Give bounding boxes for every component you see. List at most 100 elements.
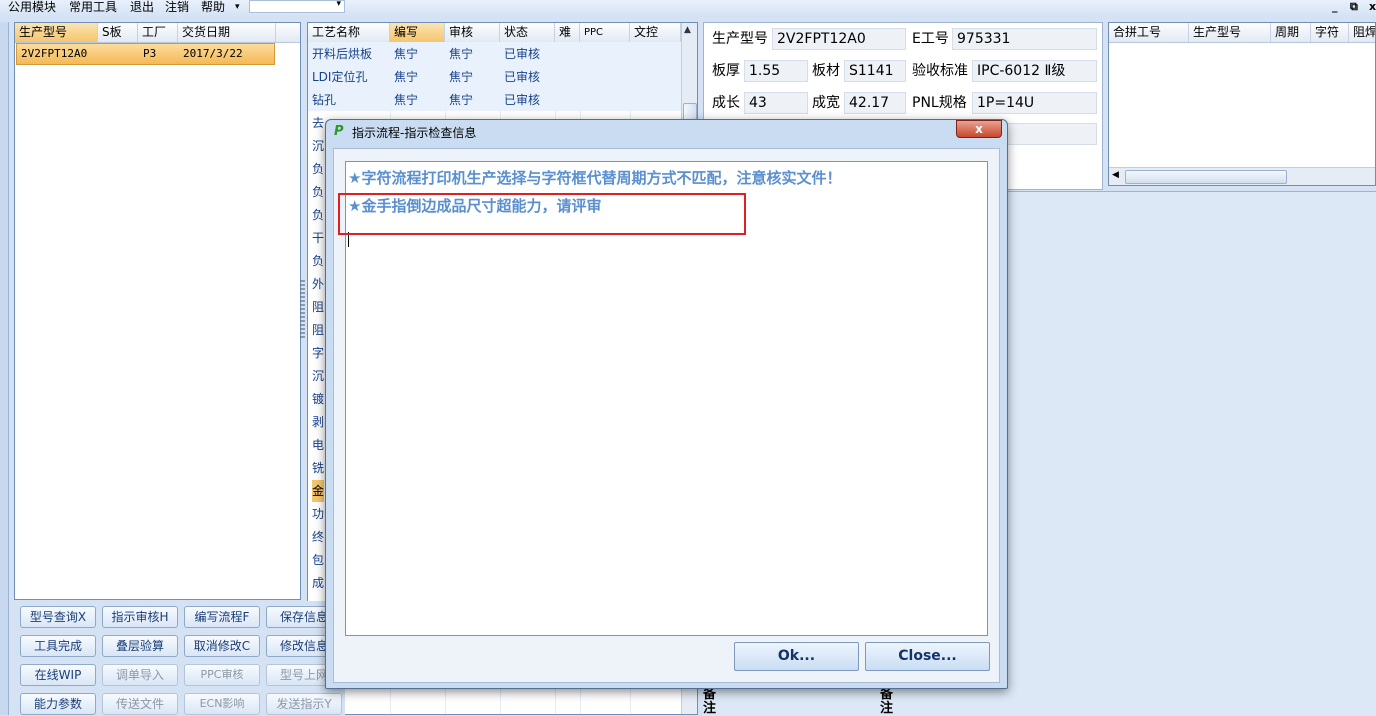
send-instruction-button[interactable]: 发送指示Y xyxy=(266,693,342,715)
cell-process-name: 开料后烘板 xyxy=(312,47,373,61)
note-label-left: 备注 xyxy=(703,687,717,716)
table-row[interactable]: LDI定位孔 焦宁 焦宁 已审核 xyxy=(308,66,681,88)
menu-combo-box[interactable]: ▾ xyxy=(249,0,345,13)
cell-writer: 焦宁 xyxy=(394,70,419,84)
pnl-field[interactable]: 1P=14U xyxy=(972,92,1097,114)
model-field[interactable]: 2V2FPT12A0 xyxy=(772,28,906,50)
process-name-cell[interactable]: 干 xyxy=(312,227,324,249)
process-name-cell[interactable]: 镀 xyxy=(312,388,324,410)
model-query-button[interactable]: 型号查询X xyxy=(20,606,96,628)
process-name-cell[interactable]: 去 xyxy=(312,112,324,134)
write-process-button[interactable]: 编写流程F xyxy=(184,606,260,628)
process-name-cell[interactable]: 金 xyxy=(312,480,325,502)
col-ppc[interactable]: PPC xyxy=(580,23,630,42)
scroll-up-icon[interactable]: ▲ xyxy=(684,25,691,35)
chevron-down-icon[interactable]: ▾ xyxy=(235,0,240,14)
process-name-cell[interactable]: 包 xyxy=(312,549,324,571)
process-name-cell[interactable]: 负 xyxy=(312,158,324,180)
col-model[interactable]: 生产型号 xyxy=(15,23,98,42)
menu-exit[interactable]: 退出 xyxy=(130,0,154,14)
online-wip-button[interactable]: 在线WIP xyxy=(20,664,96,686)
process-name-cell[interactable]: 沉 xyxy=(312,365,324,387)
process-name-cell[interactable]: 负 xyxy=(312,250,324,272)
process-name-cell[interactable]: 沉 xyxy=(312,135,324,157)
process-grid-header: 工艺名称 编写 审核 状态 难 PPC 文控 xyxy=(308,23,681,43)
dialog-close-button[interactable]: x xyxy=(956,120,1002,138)
col-delivery-date[interactable]: 交货日期 xyxy=(178,23,276,42)
cancel-edit-button[interactable]: 取消修改C xyxy=(184,635,260,657)
close-button[interactable]: Close... xyxy=(865,642,990,671)
menu-public-module[interactable]: 公用模块 xyxy=(8,0,56,14)
dialog-titlebar[interactable]: P 指示流程-指示检查信息 x xyxy=(326,120,1007,146)
left-collapse-strip[interactable] xyxy=(0,22,9,715)
length-field[interactable]: 43 xyxy=(744,92,808,114)
cell-status: 已审核 xyxy=(504,70,541,84)
col-factory[interactable]: 工厂 xyxy=(138,23,178,42)
e-number-field[interactable]: 975331 xyxy=(952,28,1097,50)
process-name-cell[interactable]: 负 xyxy=(312,181,324,203)
process-name-cell[interactable]: 成 xyxy=(312,572,324,594)
col-merge-no[interactable]: 合拼工号 xyxy=(1109,23,1189,42)
ok-button[interactable]: Ok... xyxy=(734,642,859,671)
ecn-impact-button[interactable]: ECN影响 xyxy=(184,693,260,715)
process-name-cell[interactable]: 剥 xyxy=(312,411,324,433)
import-order-button[interactable]: 调单导入 xyxy=(102,664,178,686)
process-name-cell[interactable]: 功 xyxy=(312,503,324,525)
merge-grid-header: 合拼工号 生产型号 周期 字符 阻焊 xyxy=(1109,23,1375,43)
close-icon[interactable]: x xyxy=(1369,0,1376,14)
menu-common-tools[interactable]: 常用工具 xyxy=(69,0,117,14)
cell-s-board xyxy=(99,43,103,65)
dialog-title: 指示流程-指示检查信息 xyxy=(352,126,477,140)
ppc-review-button[interactable]: PPC审核 xyxy=(184,664,260,686)
scroll-thumb[interactable] xyxy=(1125,170,1287,184)
process-name-cell[interactable]: 阻 xyxy=(312,296,324,318)
col-merge-model[interactable]: 生产型号 xyxy=(1189,23,1271,42)
col-difficulty[interactable]: 难 xyxy=(555,23,580,42)
col-writer[interactable]: 编写 xyxy=(390,23,445,42)
col-cycle[interactable]: 周期 xyxy=(1271,23,1311,42)
scroll-left-icon[interactable]: ◀ xyxy=(1112,170,1119,180)
thickness-field[interactable]: 1.55 xyxy=(744,60,808,82)
standard-field[interactable]: IPC-6012 Ⅱ级 xyxy=(972,60,1097,82)
cell-reviewer: 焦宁 xyxy=(449,70,474,84)
table-row[interactable]: 开料后烘板 焦宁 焦宁 已审核 xyxy=(308,43,681,65)
process-name-cell[interactable]: 外 xyxy=(312,273,324,295)
col-process-name[interactable]: 工艺名称 xyxy=(308,23,390,42)
cell-process-name: LDI定位孔 xyxy=(312,70,368,84)
width-label: 成宽 xyxy=(812,95,840,111)
table-row[interactable]: 钻孔 焦宁 焦宁 已审核 xyxy=(308,89,681,111)
merge-hscrollbar[interactable]: ◀ xyxy=(1109,167,1375,185)
minimize-icon[interactable]: _ xyxy=(1332,0,1338,14)
col-reviewer[interactable]: 审核 xyxy=(445,23,500,42)
model-grid-header: 生产型号 S板 工厂 交货日期 xyxy=(15,23,300,43)
chevron-down-icon[interactable]: ▾ xyxy=(336,0,341,9)
material-field[interactable]: S1141 xyxy=(844,60,906,82)
menu-logout[interactable]: 注销 xyxy=(165,0,189,14)
process-name-cell[interactable]: 负 xyxy=(312,204,324,226)
send-file-button[interactable]: 传送文件 xyxy=(102,693,178,715)
col-status[interactable]: 状态 xyxy=(500,23,555,42)
tool-complete-button[interactable]: 工具完成 xyxy=(20,635,96,657)
col-doc-control[interactable]: 文控 xyxy=(630,23,681,42)
col-solder-mask[interactable]: 阻焊 xyxy=(1349,23,1375,42)
model-label: 生产型号 xyxy=(712,31,768,47)
restore-icon[interactable]: ⧉ xyxy=(1350,0,1358,14)
button-panel: 型号查询X 指示审核H 编写流程F 保存信息 工具完成 叠层验算 取消修改C 修… xyxy=(14,601,345,715)
menu-help[interactable]: 帮助 xyxy=(201,0,225,14)
width-field[interactable]: 42.17 xyxy=(844,92,906,114)
col-s-board[interactable]: S板 xyxy=(98,23,138,42)
process-name-cell[interactable]: 终 xyxy=(312,526,324,548)
col-character[interactable]: 字符 xyxy=(1311,23,1349,42)
thickness-label: 板厚 xyxy=(712,63,740,79)
stackup-check-button[interactable]: 叠层验算 xyxy=(102,635,178,657)
splitter-handle[interactable] xyxy=(300,280,305,340)
capability-params-button[interactable]: 能力参数 xyxy=(20,693,96,715)
instruction-review-button[interactable]: 指示审核H xyxy=(102,606,178,628)
process-name-cell[interactable]: 阻 xyxy=(312,319,324,341)
process-name-cell[interactable]: 铣 xyxy=(312,457,324,479)
table-row[interactable]: 2V2FPT12A0 P3 2017/3/22 xyxy=(16,43,275,65)
process-name-cell[interactable]: 电 xyxy=(312,434,324,456)
process-name-cell[interactable]: 字 xyxy=(312,342,324,364)
standard-label: 验收标准 xyxy=(912,63,968,79)
cell-model: 2V2FPT12A0 xyxy=(21,47,88,60)
